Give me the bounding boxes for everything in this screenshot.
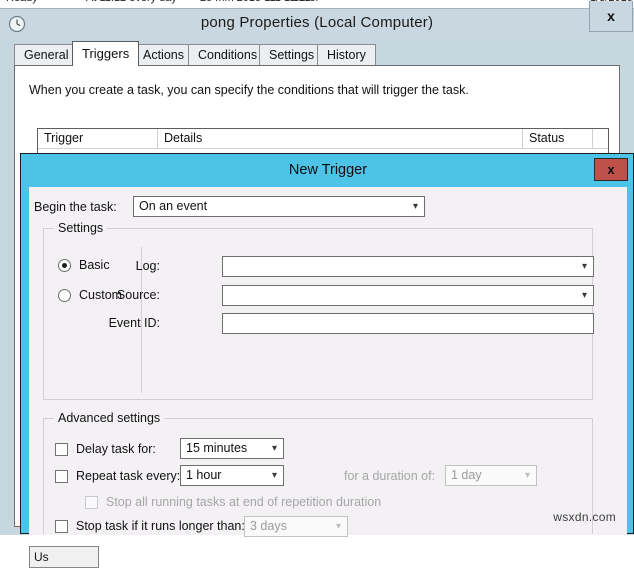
delay-task-checkbox-box bbox=[55, 442, 68, 456]
delay-task-label: Delay task for: bbox=[76, 442, 156, 456]
chevron-down-icon: ▾ bbox=[412, 201, 418, 212]
chevron-down-icon: ▾ bbox=[335, 521, 341, 532]
column-header-trigger[interactable]: Trigger bbox=[38, 129, 158, 148]
bg-cell-3: Never bbox=[290, 0, 319, 4]
chevron-down-icon: ▾ bbox=[581, 261, 587, 272]
begin-task-label: Begin the task: bbox=[34, 200, 117, 214]
chevron-down-icon: ▾ bbox=[271, 443, 277, 454]
repeat-task-label: Repeat task every: bbox=[76, 469, 181, 483]
panel-description: When you create a task, you can specify … bbox=[29, 83, 469, 97]
advanced-group-title: Advanced settings bbox=[54, 411, 165, 425]
radio-basic-indicator bbox=[58, 258, 71, 272]
hidden-use-button[interactable]: Us bbox=[29, 546, 99, 568]
column-header-details[interactable]: Details bbox=[158, 129, 523, 148]
trigger-table-header: Trigger Details Status bbox=[38, 129, 608, 149]
tab-general[interactable]: General bbox=[14, 44, 79, 65]
watermark: wsxdn.com bbox=[553, 510, 616, 524]
close-icon[interactable]: x bbox=[594, 158, 628, 181]
tab-actions[interactable]: Actions bbox=[133, 44, 194, 65]
tab-conditions[interactable]: Conditions bbox=[188, 44, 268, 65]
stop-task-longer-label: Stop task if it runs longer than: bbox=[76, 519, 245, 533]
radio-custom-indicator bbox=[58, 288, 71, 302]
tab-triggers[interactable]: Triggers bbox=[72, 41, 140, 66]
delay-task-checkbox[interactable]: Delay task for: bbox=[55, 442, 156, 456]
repeat-task-select[interactable]: 1 hour ▾ bbox=[180, 465, 284, 486]
event-id-input[interactable] bbox=[222, 313, 594, 334]
stop-all-running-checkbox-box bbox=[85, 495, 98, 509]
stop-task-longer-checkbox-box bbox=[55, 519, 68, 533]
source-label: Source: bbox=[116, 288, 160, 302]
duration-select[interactable]: 1 day ▾ bbox=[445, 465, 537, 486]
stop-all-running-checkbox[interactable]: Stop all running tasks at end of repetit… bbox=[85, 495, 381, 509]
event-id-label: Event ID: bbox=[108, 316, 160, 330]
settings-group-title: Settings bbox=[54, 221, 108, 235]
tab-history[interactable]: History bbox=[317, 44, 376, 65]
new-trigger-title: New Trigger bbox=[288, 162, 368, 178]
repeat-task-checkbox-box bbox=[55, 469, 68, 483]
chevron-down-icon: ▾ bbox=[524, 470, 530, 481]
delay-task-select[interactable]: 15 minutes ▾ bbox=[180, 438, 284, 459]
log-select[interactable]: ▾ bbox=[222, 256, 594, 277]
tab-settings[interactable]: Settings bbox=[259, 44, 325, 65]
duration-label: for a duration of: bbox=[344, 469, 436, 483]
log-label: Log: bbox=[135, 259, 160, 273]
chevron-down-icon: ▾ bbox=[581, 290, 587, 301]
chevron-down-icon: ▾ bbox=[271, 470, 277, 481]
background-table-row: Ready At 11:12 every day 25 mm 2015 111 … bbox=[0, 0, 634, 8]
stop-task-longer-value: 3 days bbox=[250, 519, 287, 533]
bg-cell-1: At 11:12 every day bbox=[86, 0, 177, 4]
begin-task-value: On an event bbox=[139, 199, 208, 213]
properties-titlebar: pong Properties (Local Computer) x bbox=[0, 1, 634, 39]
begin-task-select[interactable]: On an event ▾ bbox=[133, 196, 425, 217]
page-title: pong Properties (Local Computer) bbox=[200, 14, 434, 31]
repeat-task-value: 1 hour bbox=[186, 468, 222, 482]
bg-cell-0: Ready bbox=[6, 0, 38, 4]
stop-all-running-label: Stop all running tasks at end of repetit… bbox=[106, 495, 382, 509]
repeat-task-checkbox[interactable]: Repeat task every: bbox=[55, 469, 180, 483]
column-header-status[interactable]: Status bbox=[523, 129, 593, 148]
close-icon[interactable]: x bbox=[589, 1, 633, 32]
duration-value: 1 day bbox=[451, 468, 482, 482]
source-select[interactable]: ▾ bbox=[222, 285, 594, 306]
delay-task-value: 15 minutes bbox=[186, 441, 248, 455]
tab-bar: General Triggers Actions Conditions Sett… bbox=[14, 41, 620, 66]
stop-task-longer-checkbox[interactable]: Stop task if it runs longer than: bbox=[55, 519, 245, 533]
